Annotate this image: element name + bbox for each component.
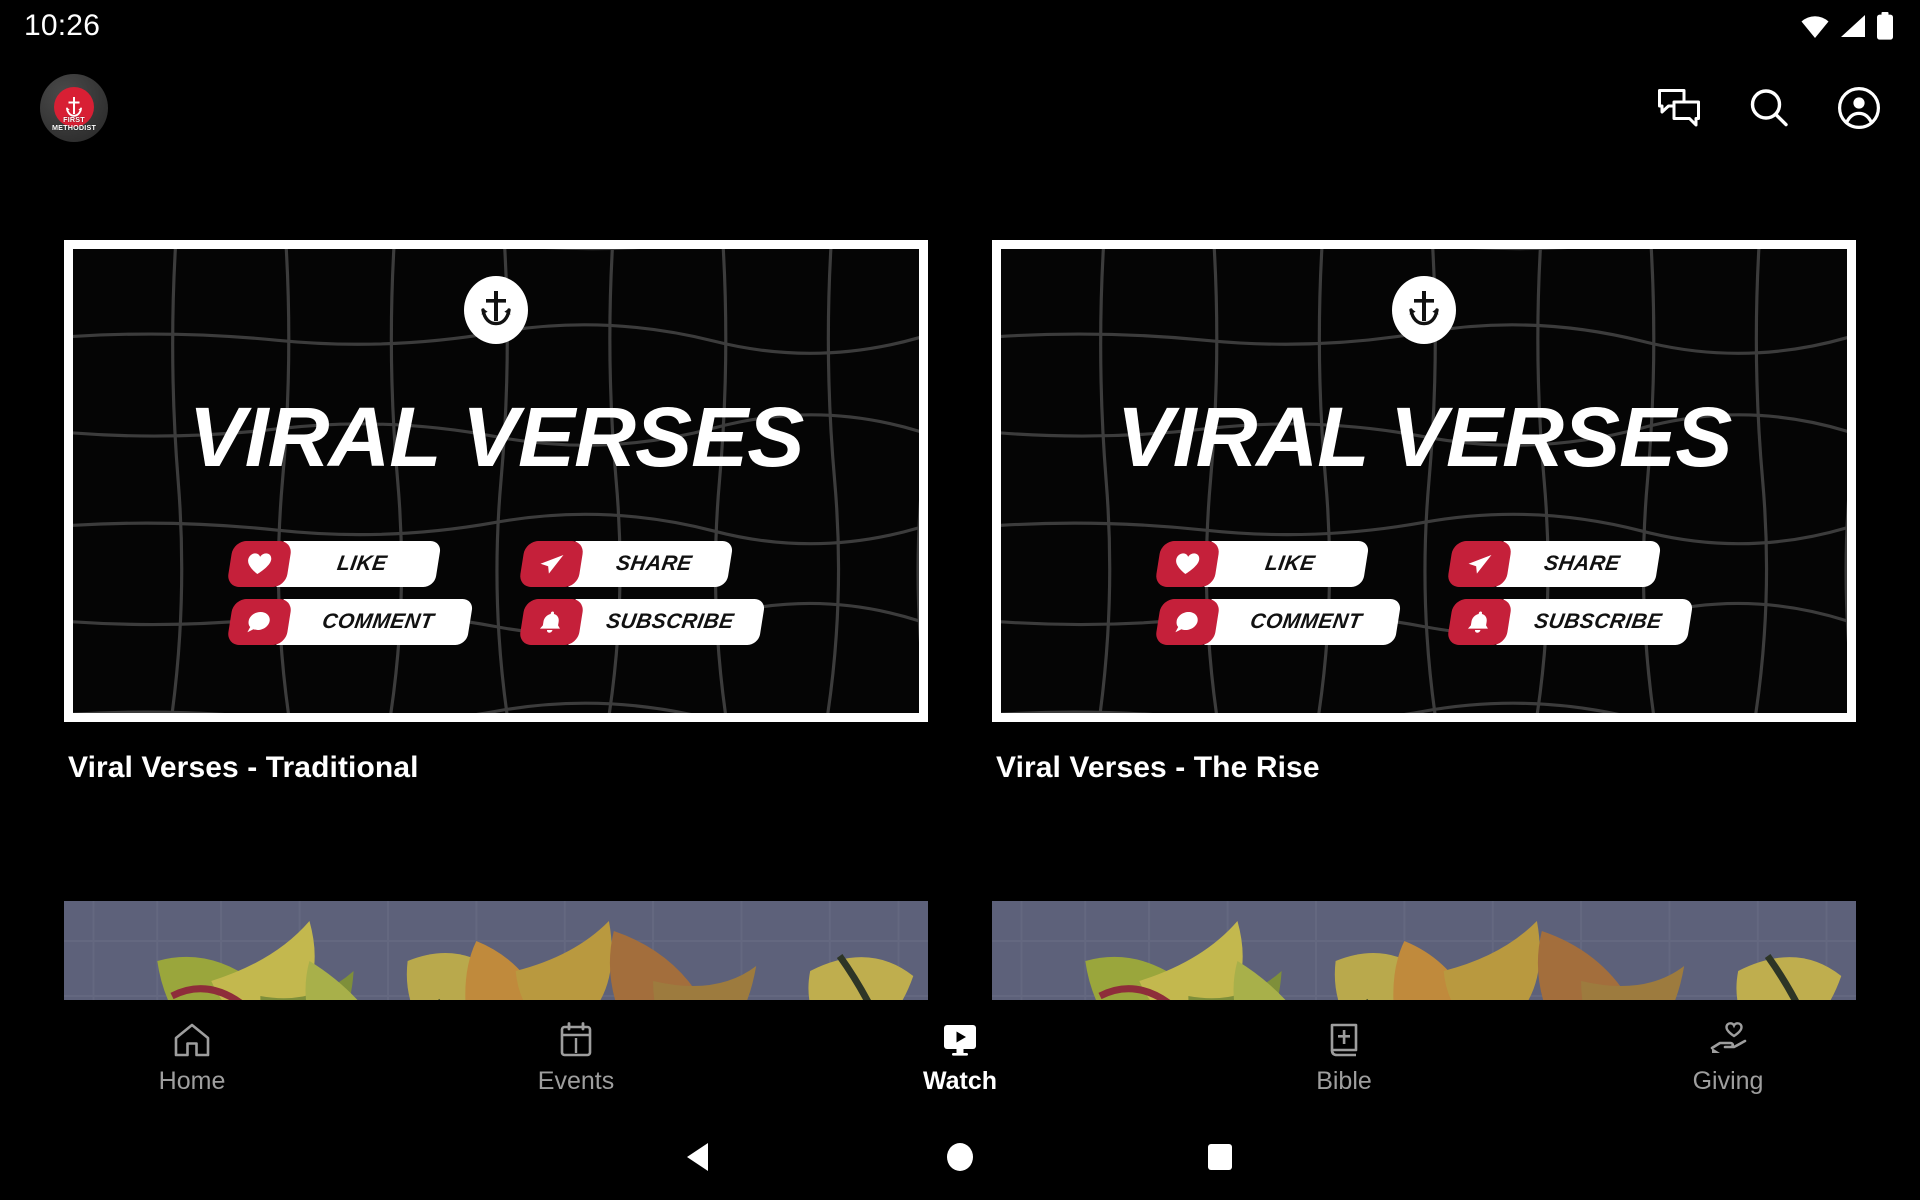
comment-button[interactable]: COMMENT: [1154, 599, 1402, 645]
video-thumbnail[interactable]: VIRAL VERSES LIKE SHARE COMMENT SUBSCRIB…: [992, 240, 1856, 722]
series-title: VIRAL VERSES: [188, 390, 805, 484]
engagement-buttons: LIKE SHARE COMMENT SUBSCRIBE: [1001, 541, 1847, 645]
nav-label-home: Home: [158, 1066, 226, 1095]
comment-label: COMMENT: [1204, 599, 1402, 645]
thumbnail-inner: VIRAL VERSES LIKE SHARE COMMENT SUBSCRIB…: [1001, 249, 1847, 713]
subscribe-button[interactable]: SUBSCRIBE: [518, 599, 766, 645]
video-thumbnail[interactable]: VIRAL VERSES LIKE SHARE COMMENT SUBSCRIB…: [64, 240, 928, 722]
send-icon: [518, 541, 584, 587]
calendar-icon: [559, 1021, 593, 1059]
video-title: Viral Verses - The Rise: [996, 751, 1320, 784]
search-icon[interactable]: [1746, 85, 1792, 131]
status-bar-time: 10:26: [24, 9, 101, 42]
cross-anchor-icon: [464, 276, 528, 344]
hand-heart-icon: [1708, 1021, 1748, 1059]
video-card[interactable]: [992, 901, 1856, 1000]
subscribe-button[interactable]: SUBSCRIBE: [1446, 599, 1694, 645]
heart-icon: [226, 541, 292, 587]
watch-tv-icon: [941, 1021, 979, 1059]
battery-icon: [1876, 12, 1894, 40]
like-button[interactable]: LIKE: [226, 541, 473, 587]
subscribe-label: SUBSCRIBE: [568, 599, 766, 645]
home-button[interactable]: [830, 1114, 1090, 1200]
nav-item-events[interactable]: Events: [384, 1021, 768, 1094]
cross-anchor-icon: [1392, 276, 1456, 344]
android-system-nav: [0, 1114, 1920, 1200]
app-bar-actions: [1656, 85, 1888, 131]
square-icon: [1208, 1144, 1232, 1170]
recents-button[interactable]: [1090, 1114, 1350, 1200]
engagement-buttons: LIKE SHARE COMMENT SUBSCRIBE: [73, 541, 919, 645]
app-bar: FIRST METHODIST: [0, 52, 1920, 164]
wifi-icon: [1800, 13, 1830, 39]
nav-item-home[interactable]: Home: [0, 1021, 384, 1094]
autumn-foliage-artwork[interactable]: [992, 901, 1856, 1000]
video-grid: VIRAL VERSES LIKE SHARE COMMENT SUBSCRIB…: [0, 164, 1920, 1000]
comment-label: COMMENT: [276, 599, 474, 645]
subscribe-label: SUBSCRIBE: [1496, 599, 1694, 645]
video-card[interactable]: [64, 901, 928, 1000]
nav-label-bible: Bible: [1316, 1066, 1372, 1095]
bible-book-icon: [1327, 1021, 1361, 1059]
nav-label-giving: Giving: [1692, 1066, 1764, 1095]
nav-item-giving[interactable]: Giving: [1536, 1021, 1920, 1094]
like-button[interactable]: LIKE: [1154, 541, 1401, 587]
nav-label-events: Events: [537, 1066, 615, 1095]
send-icon: [1446, 541, 1512, 587]
share-label: SHARE: [568, 541, 734, 587]
triangle-left-icon: [687, 1143, 708, 1171]
logo-wordmark: FIRST METHODIST: [51, 115, 97, 132]
bell-icon: [518, 599, 584, 645]
series-title: VIRAL VERSES: [1116, 390, 1733, 484]
nav-item-bible[interactable]: Bible: [1152, 1021, 1536, 1094]
share-button[interactable]: SHARE: [1446, 541, 1693, 587]
share-button[interactable]: SHARE: [518, 541, 765, 587]
like-label: LIKE: [276, 541, 442, 587]
watch-feed[interactable]: VIRAL VERSES LIKE SHARE COMMENT SUBSCRIB…: [0, 164, 1920, 1000]
chat-icon[interactable]: [1656, 85, 1702, 131]
heart-icon: [1154, 541, 1220, 587]
status-bar-icons: [1800, 12, 1894, 40]
video-card[interactable]: VIRAL VERSES LIKE SHARE COMMENT SUBSCRIB…: [64, 240, 928, 785]
home-icon: [173, 1021, 211, 1059]
video-title: Viral Verses - Traditional: [68, 751, 419, 784]
like-label: LIKE: [1204, 541, 1370, 587]
status-bar: 10:26: [0, 0, 1920, 52]
video-card[interactable]: VIRAL VERSES LIKE SHARE COMMENT SUBSCRIB…: [992, 240, 1856, 785]
circle-icon: [947, 1143, 973, 1171]
nav-label-watch: Watch: [922, 1066, 998, 1095]
autumn-foliage-artwork[interactable]: [64, 901, 928, 1000]
bottom-navigation: Home Events Watch Bible Giving: [0, 1000, 1920, 1114]
account-icon[interactable]: [1836, 85, 1882, 131]
first-methodist-logo[interactable]: FIRST METHODIST: [40, 74, 108, 142]
speech-bubble-icon: [1154, 599, 1220, 645]
cellular-signal-icon: [1839, 13, 1867, 39]
nav-item-watch[interactable]: Watch: [768, 1021, 1152, 1094]
speech-bubble-icon: [226, 599, 292, 645]
share-label: SHARE: [1496, 541, 1662, 587]
thumbnail-inner: VIRAL VERSES LIKE SHARE COMMENT SUBSCRIB…: [73, 249, 919, 713]
bell-icon: [1446, 599, 1512, 645]
back-button[interactable]: [570, 1114, 830, 1200]
comment-button[interactable]: COMMENT: [226, 599, 474, 645]
